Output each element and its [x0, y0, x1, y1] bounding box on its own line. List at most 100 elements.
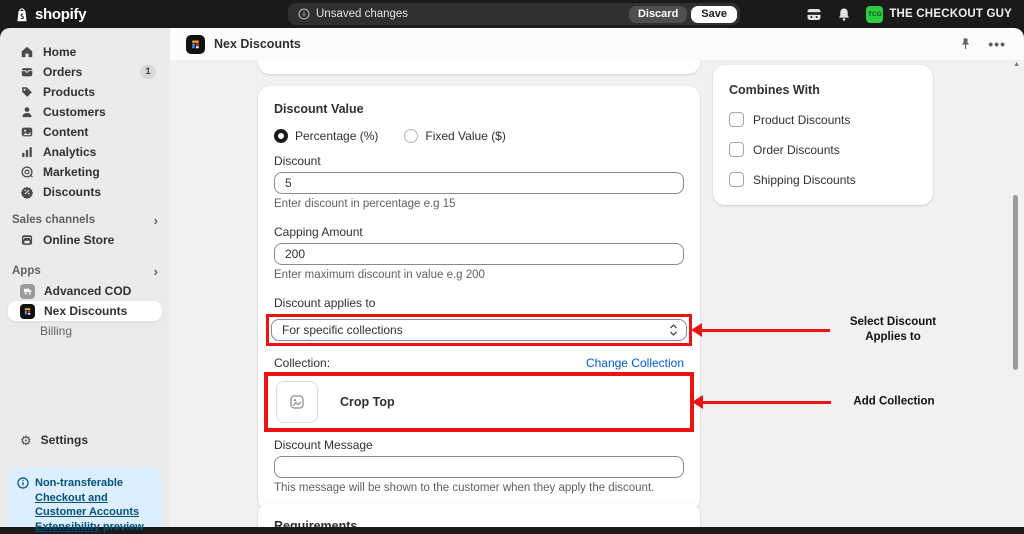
sidebar-item-label: Marketing [43, 165, 100, 179]
sidebar-item-advanced-cod[interactable]: Advanced COD [8, 281, 162, 301]
chevron-right-icon: › [153, 212, 158, 228]
sidebar-item-home[interactable]: Home [8, 42, 162, 62]
sidebar-item-label: Home [43, 45, 77, 59]
discount-helper: Enter discount in percentage e.g 15 [274, 198, 456, 210]
radio-label: Fixed Value ($) [425, 129, 506, 143]
radio-unselected-icon [404, 129, 419, 143]
sidebar-item-label: Nex Discounts [44, 304, 128, 318]
select-value: For specific collections [282, 323, 403, 337]
checkbox-product-discounts[interactable]: Product Discounts [729, 112, 917, 127]
more-options-icon[interactable]: ••• [988, 36, 1006, 52]
checkbox-label: Order Discounts [753, 142, 840, 157]
notice-line1: Non-transferable [35, 477, 124, 489]
annotation-arrow-select [691, 323, 830, 337]
unsaved-changes-banner: Unsaved changes Discard Save [288, 3, 740, 25]
section-label: Apps [12, 265, 41, 277]
collection-item[interactable]: Crop Top [276, 381, 682, 423]
sidebar-item-customers[interactable]: Customers [8, 102, 162, 122]
discount-message-label: Discount Message [274, 438, 373, 452]
applies-to-highlight-box: For specific collections Select Discount… [266, 314, 936, 346]
products-icon [20, 85, 34, 99]
shopify-wordmark: shopify [35, 5, 87, 23]
sidebar: Home Orders 1 Products Customers Content… [0, 28, 170, 533]
save-button[interactable]: Save [691, 5, 737, 23]
chevron-right-icon: › [153, 263, 158, 279]
sidebar-item-products[interactable]: Products [8, 82, 162, 102]
discount-message-helper: This message will be shown to the custom… [274, 482, 655, 494]
checkbox-icon [729, 142, 744, 157]
orders-icon [20, 65, 34, 79]
analytics-icon [20, 145, 34, 159]
sidebar-item-settings[interactable]: ⚙ Settings [8, 430, 162, 450]
radio-percentage[interactable]: Percentage (%) [274, 129, 378, 143]
checkbox-icon [729, 112, 744, 127]
notifications-bell-icon[interactable] [837, 7, 851, 22]
discount-message-input[interactable] [274, 456, 684, 478]
sidebar-item-label: Products [43, 85, 96, 99]
sidebar-item-label: Customers [43, 105, 106, 119]
storefront-icon [20, 233, 34, 247]
info-icon [298, 8, 310, 20]
section-title: Discount Value [274, 102, 364, 116]
radio-selected-icon [274, 129, 288, 143]
checkbox-icon [729, 172, 744, 187]
select-updown-icon [669, 323, 678, 337]
vertical-scrollbar[interactable] [1013, 195, 1018, 370]
discount-label: Discount [274, 154, 321, 168]
annotation-text-collection: Add Collection [853, 395, 935, 408]
account-menu[interactable]: TCG THE CHECKOUT GUY [866, 5, 1012, 23]
sidebar-item-discounts[interactable]: Discounts [8, 182, 162, 202]
shopify-bag-icon [14, 6, 30, 23]
sidebar-item-label: Billing [40, 324, 73, 338]
sidebar-item-billing[interactable]: Billing [8, 321, 162, 341]
store-icon[interactable] [806, 7, 822, 22]
preview-notice: Non-transferable Checkout and Customer A… [8, 467, 162, 533]
combines-with-title: Combines With [729, 83, 820, 97]
sidebar-item-label: Discounts [43, 185, 102, 199]
collection-name: Crop Top [340, 395, 395, 409]
section-label: Sales channels [12, 214, 96, 226]
change-collection-link[interactable]: Change Collection [586, 356, 684, 370]
capping-amount-input[interactable] [274, 243, 684, 265]
annotation-text-select: Select Discount Applies to [849, 316, 937, 343]
collection-label: Collection: [274, 356, 331, 370]
requirements-title: Requirements [274, 519, 358, 527]
gear-icon: ⚙ [20, 432, 32, 448]
radio-fixed-value[interactable]: Fixed Value ($) [404, 129, 506, 143]
applies-to-label: Discount applies to [274, 296, 376, 310]
discounts-icon [20, 185, 34, 199]
sidebar-item-label: Online Store [43, 233, 115, 247]
pin-icon[interactable] [959, 37, 972, 51]
customers-icon [20, 105, 34, 119]
sidebar-item-orders[interactable]: Orders 1 [8, 62, 162, 82]
orders-count-badge: 1 [140, 65, 156, 79]
sidebar-item-label: Content [43, 125, 89, 139]
checkbox-shipping-discounts[interactable]: Shipping Discounts [729, 172, 917, 187]
discard-button[interactable]: Discard [628, 5, 688, 23]
sidebar-item-label: Advanced COD [44, 284, 132, 298]
sidebar-section-sales-channels[interactable]: Sales channels › [8, 210, 162, 230]
sidebar-item-analytics[interactable]: Analytics [8, 142, 162, 162]
radio-label: Percentage (%) [295, 129, 379, 143]
collection-thumbnail [276, 381, 318, 423]
requirements-card: Requirements [258, 503, 700, 527]
sidebar-item-content[interactable]: Content [8, 122, 162, 142]
checkbox-order-discounts[interactable]: Order Discounts [729, 142, 917, 157]
sidebar-item-nex-discounts[interactable]: Nex Discounts [8, 301, 162, 321]
discount-applies-to-select[interactable]: For specific collections [271, 319, 687, 341]
account-name: THE CHECKOUT GUY [889, 8, 1012, 20]
info-icon [17, 477, 29, 527]
previous-card-edge [258, 60, 700, 74]
checkbox-label: Product Discounts [753, 112, 851, 127]
combines-with-card: Combines With Product Discounts Order Di… [713, 65, 933, 205]
shopify-logo[interactable]: shopify [0, 5, 87, 23]
sidebar-item-online-store[interactable]: Online Store [8, 230, 162, 250]
sidebar-item-marketing[interactable]: Marketing [8, 162, 162, 182]
discount-input[interactable] [274, 172, 684, 194]
nex-discounts-app-icon [186, 34, 205, 54]
sidebar-section-apps[interactable]: Apps › [8, 261, 162, 281]
checkbox-label: Shipping Discounts [753, 172, 856, 187]
app-header: Nex Discounts ••• [170, 28, 1024, 60]
discount-value-card: Discount Value Percentage (%) Fixed Valu… [258, 86, 936, 511]
scroll-up-icon[interactable]: ▲ [1013, 61, 1020, 68]
